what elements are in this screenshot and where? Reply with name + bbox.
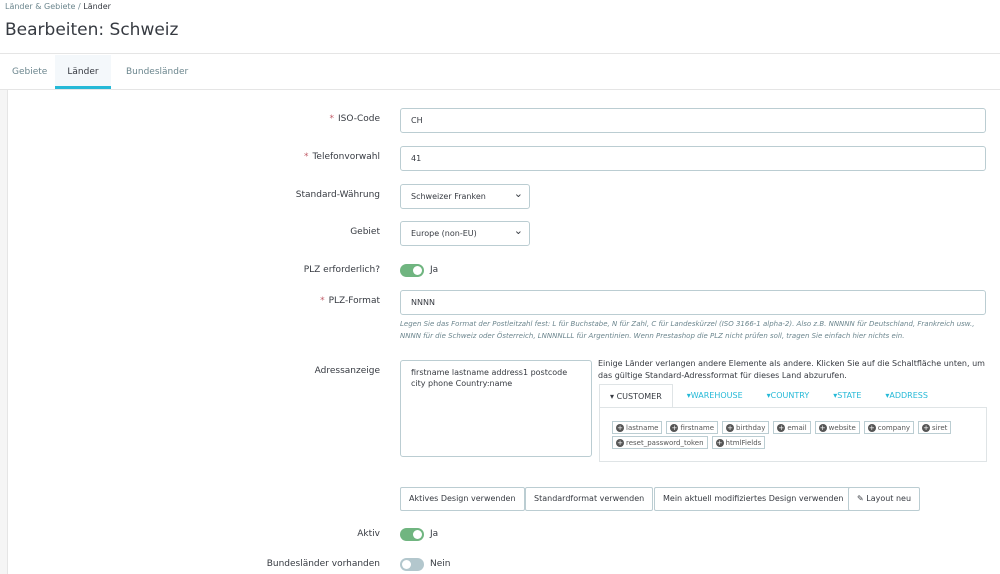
zone-label: Gebiet xyxy=(350,227,380,237)
states-value: Nein xyxy=(430,559,451,569)
field-tab-country[interactable]: ▾COUNTRY xyxy=(757,384,820,408)
field-tab-warehouse[interactable]: ▾WAREHOUSE xyxy=(677,384,753,408)
breadcrumb-current: Länder xyxy=(83,2,111,11)
zip-required-value: Ja xyxy=(430,265,439,275)
iso-input[interactable]: CH xyxy=(400,108,986,133)
use-default-format-button[interactable]: Standardformat verwenden xyxy=(525,487,654,511)
plus-icon: + xyxy=(922,424,931,432)
zip-format-label: * PLZ-Format xyxy=(320,296,380,306)
reset-layout-button[interactable]: ✎ Layout neu xyxy=(848,487,921,511)
field-chip-lastname[interactable]: + lastname xyxy=(612,421,663,434)
plus-icon: + xyxy=(777,424,786,432)
states-toggle[interactable] xyxy=(400,558,424,571)
states-label: Bundesländer vorhanden xyxy=(266,559,380,569)
field-tab-customer[interactable]: ▾ CUSTOMER xyxy=(599,384,673,408)
plus-icon: + xyxy=(818,424,827,432)
divider xyxy=(0,89,1000,90)
breadcrumb: Länder & Gebiete / Länder xyxy=(5,2,111,11)
zip-required-label: PLZ erforderlich? xyxy=(303,265,380,275)
address-textarea[interactable]: firstname lastname address1 postcode cit… xyxy=(400,360,592,457)
field-tabs: ▾ CUSTOMER ▾WAREHOUSE ▾COUNTRY ▾STATE ▾A… xyxy=(599,384,942,408)
field-chip-htmlfields[interactable]: + htmlFields xyxy=(711,436,766,449)
zip-format-help: Legen Sie das Format der Postleitzahl fe… xyxy=(400,320,975,340)
phone-label: * Telefonvorwahl xyxy=(303,152,380,162)
tab-bundeslaender[interactable]: Bundesländer xyxy=(114,55,200,89)
currency-select[interactable]: Schweizer Franken xyxy=(400,182,530,209)
field-chip-website[interactable]: + website xyxy=(814,421,860,434)
plus-icon: + xyxy=(616,439,624,447)
active-toggle[interactable] xyxy=(400,528,424,541)
plus-icon: + xyxy=(715,439,724,447)
field-tab-address[interactable]: ▾ADDRESS xyxy=(875,384,938,408)
field-chip-firstname[interactable]: + firstname xyxy=(666,421,719,434)
plus-icon: + xyxy=(670,424,679,432)
page-title: Bearbeiten: Schweiz xyxy=(5,20,179,40)
tab-laender[interactable]: Länder xyxy=(55,55,111,89)
plus-icon: + xyxy=(616,424,624,432)
active-value: Ja xyxy=(430,529,439,539)
currency-label: Standard-Währung xyxy=(295,190,380,200)
field-chip-birthday[interactable]: + birthday xyxy=(722,421,770,434)
field-chip-company[interactable]: + company xyxy=(863,421,915,434)
address-label: Adressanzeige xyxy=(314,366,380,376)
active-label: Aktiv xyxy=(357,529,380,539)
field-chip-reset-password-token[interactable]: + reset_password_token xyxy=(612,436,708,449)
field-chip-email[interactable]: + email xyxy=(773,421,811,434)
phone-input[interactable]: 41 xyxy=(400,146,986,171)
left-sidebar-strip xyxy=(0,90,8,574)
zone-select[interactable]: Europe (non-EU) xyxy=(400,219,530,246)
breadcrumb-separator: / xyxy=(78,2,81,11)
zip-required-toggle[interactable] xyxy=(400,264,424,277)
zip-format-input[interactable]: NNNN xyxy=(400,290,986,315)
plus-icon: + xyxy=(726,424,735,432)
use-active-design-button[interactable]: Aktives Design verwenden xyxy=(400,487,525,511)
field-panel: + lastname + firstname + birthday + email + w… xyxy=(599,407,987,462)
field-tab-state[interactable]: ▾STATE xyxy=(823,384,871,408)
breadcrumb-parent[interactable]: Länder & Gebiete xyxy=(5,2,75,11)
field-chip-siret[interactable]: + siret xyxy=(918,421,952,434)
eraser-icon: ✎ xyxy=(857,494,864,503)
iso-label: * ISO-Code xyxy=(329,114,381,124)
plus-icon: + xyxy=(867,424,876,432)
address-info: Einige Länder verlangen andere Elemente … xyxy=(598,359,985,380)
use-modified-design-button[interactable]: Mein aktuell modifiziertes Design verwen… xyxy=(654,487,853,511)
divider xyxy=(0,53,1000,54)
tab-gebiete[interactable]: Gebiete xyxy=(0,55,59,89)
